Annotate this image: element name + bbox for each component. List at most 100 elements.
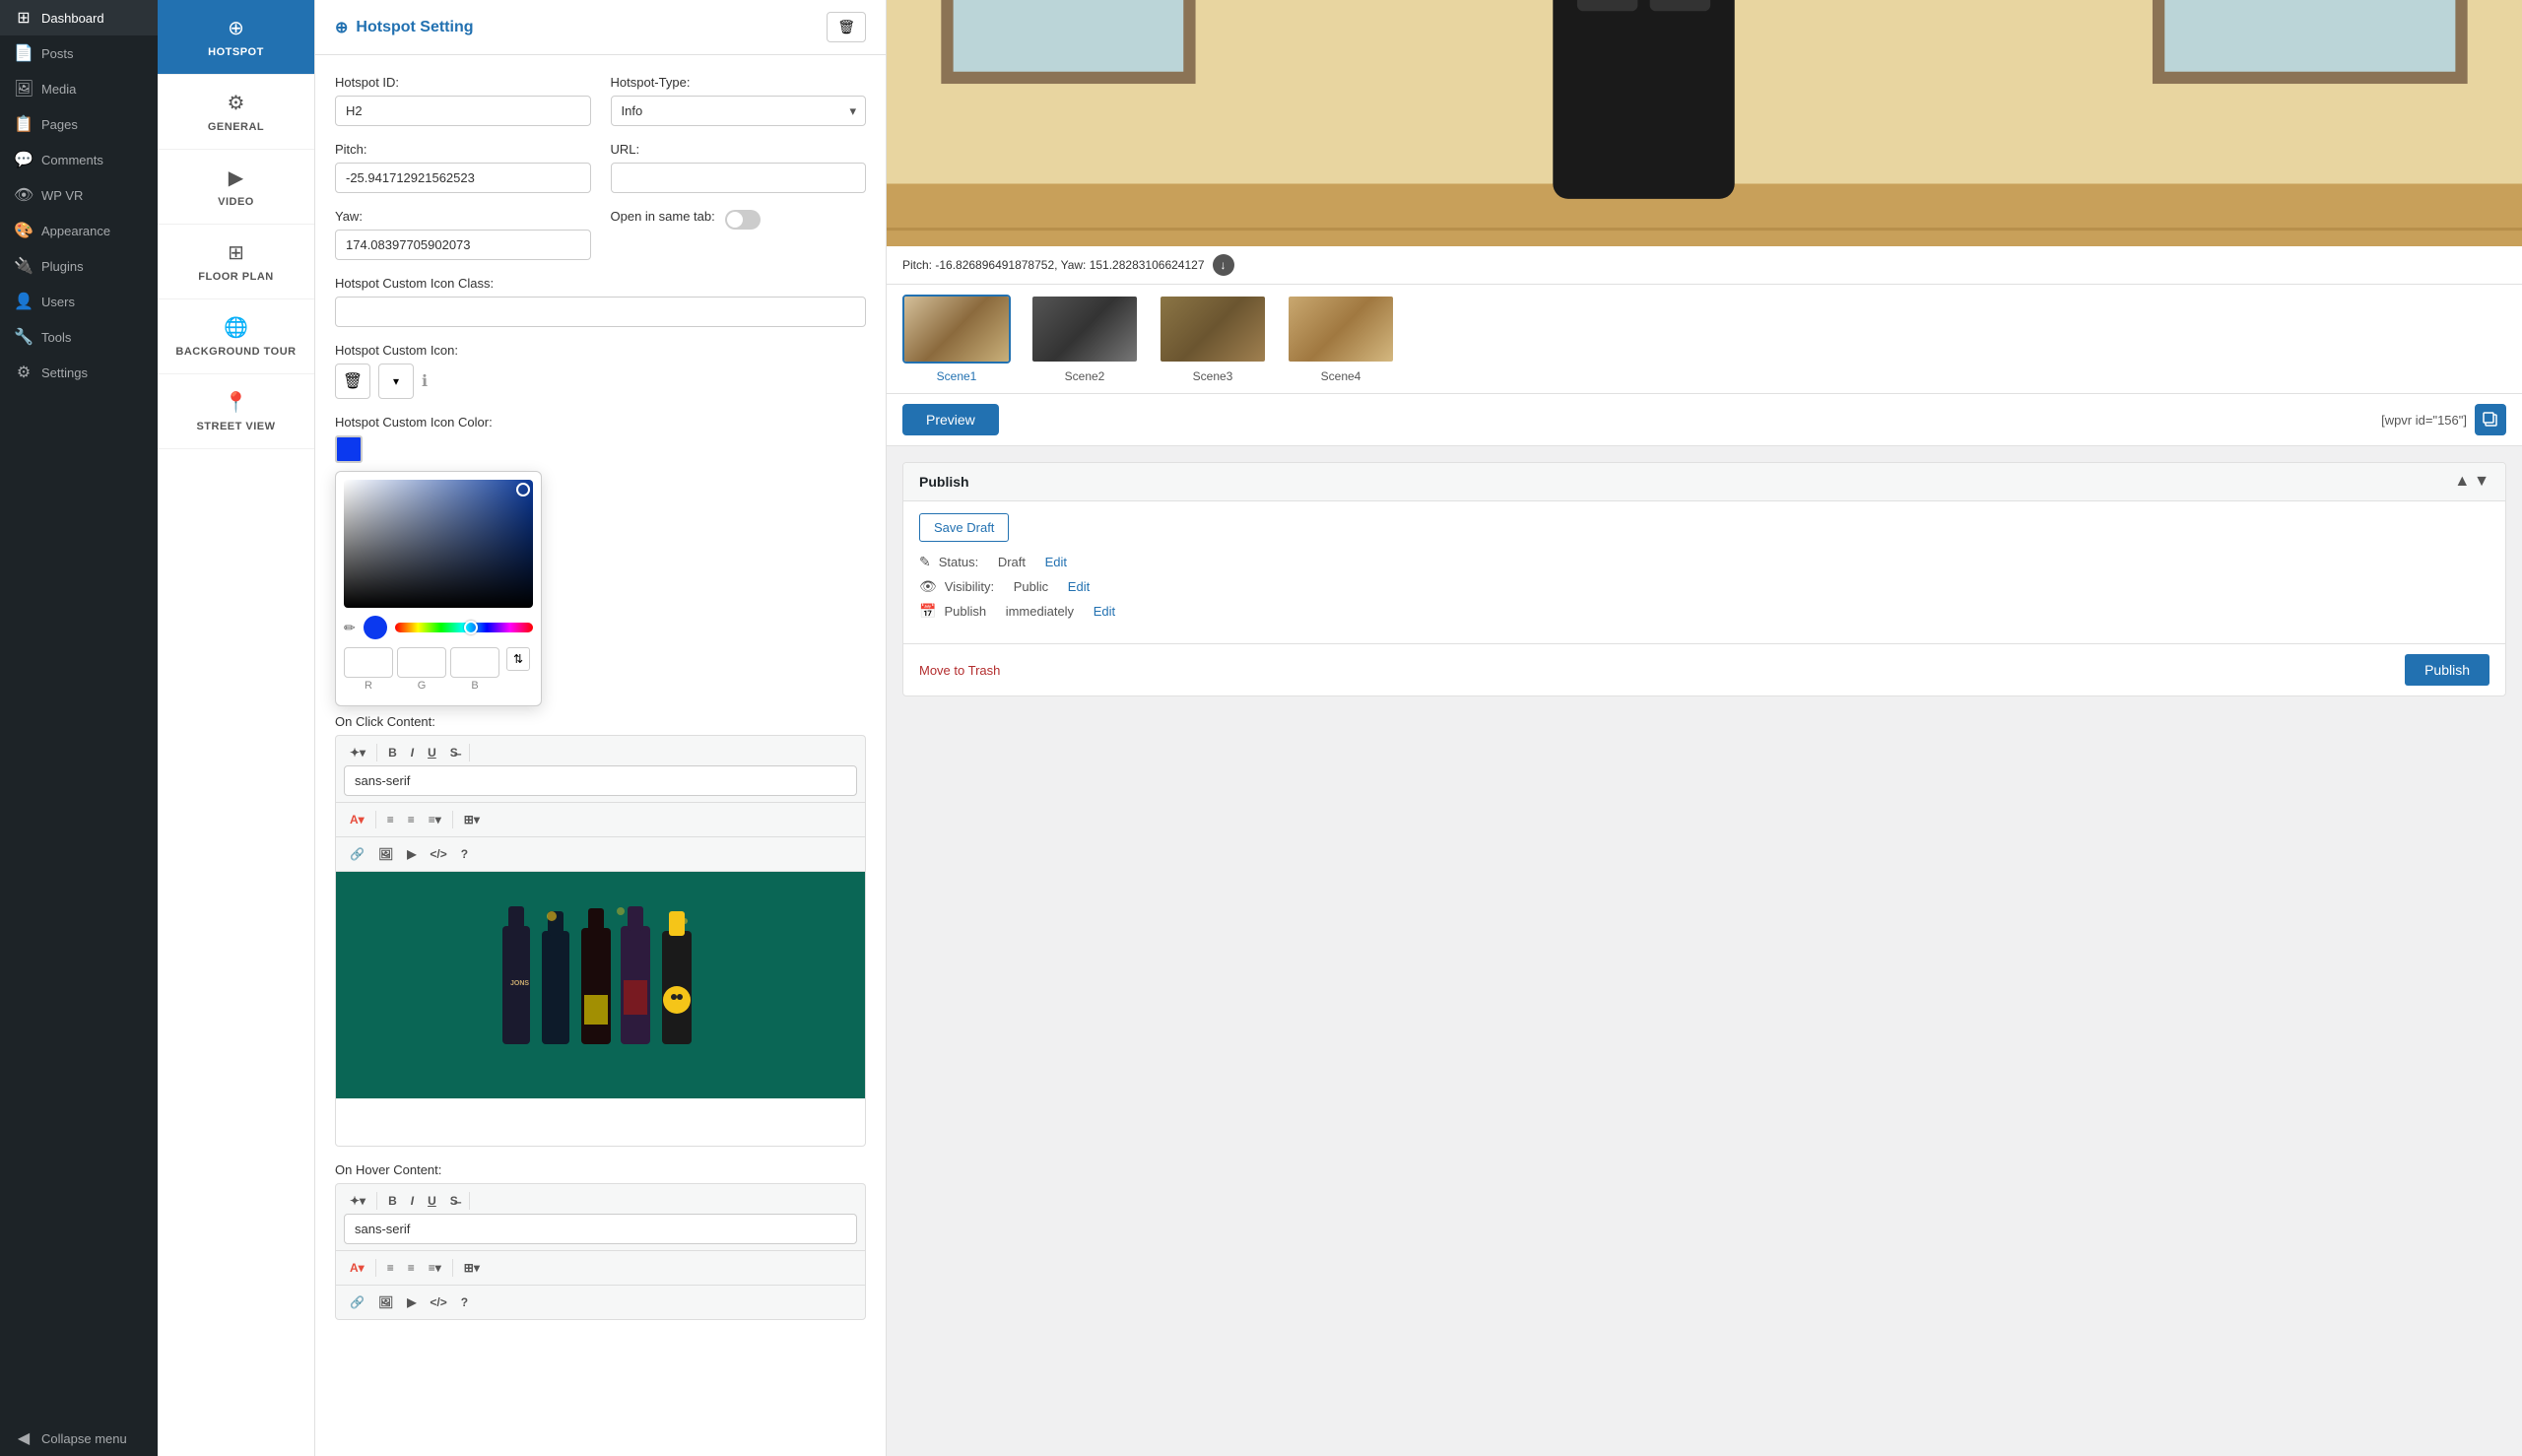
custom-icon-class-input[interactable]: [335, 297, 866, 327]
toolbar-ul-btn[interactable]: ≡: [381, 809, 400, 830]
url-input[interactable]: [611, 163, 867, 193]
panel-item-hotspot[interactable]: ⊕ HOTSPOT: [158, 0, 314, 75]
on-click-editor-body[interactable]: JONS: [335, 871, 866, 1147]
custom-icon-dropdown-btn[interactable]: ▾: [378, 364, 414, 399]
shortcode-area: [wpvr id="156"]: [2381, 404, 2506, 435]
visibility-label: Visibility:: [945, 579, 994, 594]
move-to-trash-link[interactable]: Move to Trash: [919, 663, 1000, 678]
on-click-content-group: On Click Content: ✦▾ B I U S̶ sans-serif…: [335, 714, 866, 1147]
hover-toolbar-image-btn[interactable]: 🖼: [372, 1291, 399, 1313]
hover-toolbar-align-btn[interactable]: ≡▾: [423, 1257, 447, 1279]
sidebar-item-pages[interactable]: 📋 Pages: [0, 106, 158, 142]
panel-item-general[interactable]: ⚙ GENERAL: [158, 75, 314, 150]
on-click-editor-toolbar-1: ✦▾ B I U S̶ sans-serif serif monospace: [335, 735, 866, 802]
status-edit-link[interactable]: Edit: [1045, 555, 1067, 569]
visibility-edit-link[interactable]: Edit: [1068, 579, 1090, 594]
hover-toolbar-table-btn[interactable]: ⊞▾: [458, 1257, 486, 1279]
rgb-r-input[interactable]: 11: [344, 647, 393, 678]
toolbar-link-btn[interactable]: 🔗: [344, 843, 370, 865]
preview-button[interactable]: Preview: [902, 404, 999, 435]
toolbar-code-btn[interactable]: </>: [424, 843, 452, 865]
panel-item-background-tour[interactable]: 🌐 BACKGROUND TOUR: [158, 299, 314, 374]
sidebar-item-posts[interactable]: 📄 Posts: [0, 35, 158, 71]
scene-tab-4[interactable]: Scene4: [1287, 295, 1395, 383]
custom-icon-delete-btn[interactable]: 🗑: [335, 364, 370, 399]
sidebar-item-wpvr[interactable]: 👁 WP VR: [0, 177, 158, 213]
sidebar-item-settings[interactable]: ⚙ Settings: [0, 355, 158, 390]
color-gradient-cursor: [516, 483, 530, 496]
toolbar-bold-btn[interactable]: B: [382, 742, 403, 763]
sidebar-item-users[interactable]: 👤 Users: [0, 284, 158, 319]
toolbar-table-btn[interactable]: ⊞▾: [458, 809, 486, 830]
pencil-icon: ✏: [344, 620, 356, 636]
hotspot-type-select[interactable]: Info Link Custom: [611, 96, 867, 126]
yaw-input[interactable]: [335, 230, 591, 260]
hotspot-id-input[interactable]: [335, 96, 591, 126]
toolbar-media-btn[interactable]: ▶: [401, 843, 422, 865]
publish-time-edit-link[interactable]: Edit: [1094, 604, 1115, 619]
hover-toolbar-sep-3: [375, 1259, 376, 1277]
scene-label-1: Scene1: [937, 369, 977, 383]
toolbar-image-btn[interactable]: 🖼: [372, 843, 399, 865]
sidebar-item-tools[interactable]: 🔧 Tools: [0, 319, 158, 355]
sidebar-item-comments[interactable]: 💬 Comments: [0, 142, 158, 177]
hover-toolbar-underline-btn[interactable]: U: [422, 1190, 442, 1212]
toolbar-magic-btn[interactable]: ✦▾: [344, 742, 371, 763]
scene-thumb-3: [1159, 295, 1267, 364]
panel-item-street-view[interactable]: 📍 STREET VIEW: [158, 374, 314, 449]
hover-toolbar-color-btn[interactable]: A▾: [344, 1257, 370, 1279]
pitch-input[interactable]: [335, 163, 591, 193]
hover-toolbar-italic-btn[interactable]: I: [405, 1190, 420, 1212]
publish-button[interactable]: Publish: [2405, 654, 2489, 686]
right-panel: Pitch: -16.826896491878752, Yaw: 151.282…: [887, 0, 2522, 1456]
custom-icon-class-group: Hotspot Custom Icon Class:: [335, 276, 866, 327]
hover-toolbar-font-select[interactable]: sans-serif serif: [344, 1214, 857, 1244]
toolbar-underline-btn[interactable]: U: [422, 742, 442, 763]
visibility-icon: 👁: [919, 578, 937, 595]
sidebar-item-plugins[interactable]: 🔌 Plugins: [0, 248, 158, 284]
sidebar-item-collapse[interactable]: ◀ Collapse menu: [0, 1421, 158, 1456]
delete-hotspot-button[interactable]: 🗑: [827, 12, 866, 42]
toolbar-align-btn[interactable]: ≡▾: [423, 809, 447, 830]
open-same-tab-row: Open in same tab:: [611, 209, 867, 230]
color-gradient[interactable]: [344, 480, 533, 608]
download-icon[interactable]: ↓: [1213, 254, 1234, 276]
hover-toolbar-ol-btn[interactable]: ≡: [402, 1257, 421, 1279]
publish-collapse-up-btn[interactable]: ▲: [2454, 473, 2470, 491]
publish-title: Publish: [919, 474, 969, 490]
panel-item-video[interactable]: ▶ VIDEO: [158, 150, 314, 225]
sidebar-label-dashboard: Dashboard: [41, 11, 104, 26]
sidebar-item-appearance[interactable]: 🎨 Appearance: [0, 213, 158, 248]
scene-tab-1[interactable]: Scene1: [902, 295, 1011, 383]
hover-toolbar-help-btn[interactable]: ?: [455, 1291, 474, 1313]
toolbar-help-btn[interactable]: ?: [455, 843, 474, 865]
hover-toolbar-media-btn[interactable]: ▶: [401, 1291, 422, 1313]
publish-collapse-down-btn[interactable]: ▼: [2474, 473, 2489, 491]
hover-toolbar-link-btn[interactable]: 🔗: [344, 1291, 370, 1313]
hover-toolbar-ul-btn[interactable]: ≡: [381, 1257, 400, 1279]
rgb-g-input[interactable]: 57: [397, 647, 446, 678]
toolbar-ol-btn[interactable]: ≡: [402, 809, 421, 830]
hover-toolbar-strikethrough-btn[interactable]: S̶: [444, 1190, 464, 1212]
panel-item-floorplan[interactable]: ⊞ FLOOR PLAN: [158, 225, 314, 299]
rainbow-slider[interactable]: [395, 623, 533, 632]
save-draft-button[interactable]: Save Draft: [919, 513, 1009, 542]
open-same-tab-toggle[interactable]: [725, 210, 761, 230]
color-swatch[interactable]: [335, 435, 363, 463]
publish-box: Publish ▲ ▼ Save Draft ✎ Status: Draft E…: [902, 462, 2506, 696]
rgb-b-input[interactable]: 239: [450, 647, 499, 678]
toolbar-sep-1: [376, 744, 377, 761]
copy-shortcode-button[interactable]: [2475, 404, 2506, 435]
hover-toolbar-code-btn[interactable]: </>: [424, 1291, 452, 1313]
scene-tab-3[interactable]: Scene3: [1159, 295, 1267, 383]
sidebar-item-media[interactable]: 🖼 Media: [0, 71, 158, 106]
scene-tab-2[interactable]: Scene2: [1030, 295, 1139, 383]
toolbar-italic-btn[interactable]: I: [405, 742, 420, 763]
rgb-mode-btn[interactable]: ⇅: [506, 647, 530, 671]
toolbar-font-select[interactable]: sans-serif serif monospace: [344, 765, 857, 796]
hover-toolbar-bold-btn[interactable]: B: [382, 1190, 403, 1212]
toolbar-strikethrough-btn[interactable]: S̶: [444, 742, 464, 763]
toolbar-color-btn[interactable]: A▾: [344, 809, 370, 830]
hover-toolbar-magic-btn[interactable]: ✦▾: [344, 1190, 371, 1212]
sidebar-item-dashboard[interactable]: ⊞ Dashboard: [0, 0, 158, 35]
